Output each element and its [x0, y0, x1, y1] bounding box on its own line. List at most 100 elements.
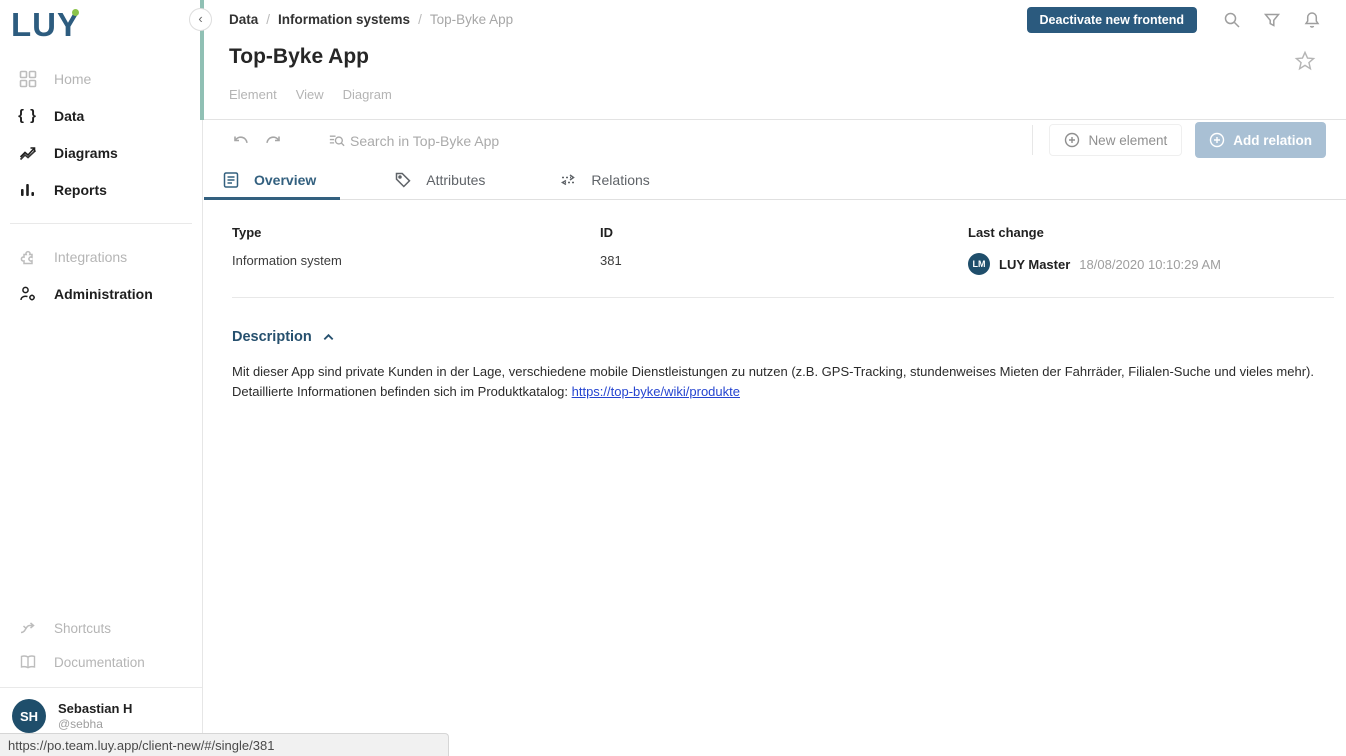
page-header: Data / Information systems / Top-Byke Ap…: [204, 0, 1346, 120]
book-icon: [18, 653, 37, 672]
puzzle-icon: [18, 247, 37, 266]
breadcrumb-data[interactable]: Data: [229, 12, 258, 27]
sidebar-footer: Shortcuts Documentation SH Sebastian H @…: [0, 611, 202, 733]
logo-green-dot: [72, 9, 79, 16]
tab-label: Overview: [254, 172, 316, 188]
chevron-left-icon: ‹: [198, 12, 202, 25]
description-link[interactable]: https://top-byke/wiki/produkte: [572, 384, 740, 399]
sidebar-item-home[interactable]: Home: [0, 60, 202, 97]
tab-label: Attributes: [426, 172, 485, 188]
tab-overview[interactable]: Overview: [204, 161, 340, 199]
subtab-view[interactable]: View: [296, 87, 324, 102]
field-label: Last change: [968, 225, 1334, 240]
favorite-star-icon[interactable]: [1294, 50, 1316, 72]
tag-icon: [394, 171, 412, 189]
sidebar-item-label: Integrations: [54, 249, 127, 265]
filter-icon[interactable]: [1262, 10, 1282, 30]
sidebar-item-administration[interactable]: Administration: [0, 275, 202, 312]
section-divider: [232, 297, 1334, 298]
toolbar: New element Add relation: [204, 120, 1346, 161]
header-actions: Deactivate new frontend: [1027, 7, 1322, 33]
tab-label: Relations: [591, 172, 649, 188]
logo-text: LUY: [11, 6, 80, 43]
new-element-button[interactable]: New element: [1049, 124, 1182, 156]
chevron-up-icon: [322, 331, 335, 344]
element-fields: Type Information system ID 381 Last chan…: [232, 225, 1334, 275]
plus-circle-icon: [1209, 132, 1225, 148]
toolbar-divider: [1032, 125, 1033, 155]
deactivate-frontend-button[interactable]: Deactivate new frontend: [1027, 7, 1197, 33]
search-list-icon: [327, 131, 346, 150]
user-name: Sebastian H: [58, 701, 132, 716]
sidebar-item-label: Home: [54, 71, 91, 87]
add-relation-button[interactable]: Add relation: [1195, 122, 1326, 158]
bar-chart-icon: [18, 180, 37, 199]
avatar: LM: [968, 253, 990, 275]
sidebar-item-data[interactable]: { } Data: [0, 97, 202, 134]
plus-circle-icon: [1064, 132, 1080, 148]
user-handle: @sebha: [58, 717, 132, 731]
user-profile[interactable]: SH Sebastian H @sebha: [0, 688, 202, 733]
breadcrumb-current: Top-Byke App: [430, 12, 513, 27]
status-url: https://po.team.luy.app/client-new/#/sin…: [8, 738, 274, 753]
last-change-timestamp: 18/08/2020 10:10:29 AM: [1079, 257, 1221, 272]
braces-icon: { }: [18, 106, 37, 125]
field-label: Type: [232, 225, 600, 240]
breadcrumb: Data / Information systems / Top-Byke Ap…: [229, 12, 513, 27]
user-gear-icon: [18, 284, 37, 303]
search-icon[interactable]: [1222, 10, 1242, 30]
branch-icon: [18, 619, 37, 638]
field-value: 381: [600, 253, 968, 268]
field-type: Type Information system: [232, 225, 600, 275]
add-relation-label: Add relation: [1233, 133, 1312, 148]
line-chart-icon: [18, 143, 37, 162]
sidebar-item-label: Reports: [54, 182, 107, 198]
overview-panel: Type Information system ID 381 Last chan…: [204, 200, 1346, 402]
bell-icon[interactable]: [1302, 10, 1322, 30]
swap-arrows-icon: [559, 171, 577, 189]
sidebar-nav: Home { } Data Diagrams Reports: [0, 60, 202, 312]
sidebar-item-integrations[interactable]: Integrations: [0, 238, 202, 275]
sidebar-item-label: Data: [54, 108, 84, 124]
breadcrumb-separator: /: [266, 12, 270, 27]
view-subtabs: Element View Diagram: [229, 87, 392, 102]
sidebar: LUY Home { } Data Diagrams: [0, 0, 203, 756]
sidebar-divider: [10, 223, 192, 224]
sidebar-collapse-button[interactable]: ‹: [189, 8, 212, 31]
undo-icon[interactable]: [231, 131, 251, 151]
status-bar: https://po.team.luy.app/client-new/#/sin…: [0, 733, 449, 756]
toolbar-actions: New element Add relation: [1032, 122, 1326, 158]
sidebar-item-reports[interactable]: Reports: [0, 171, 202, 208]
description-body: Mit dieser App sind private Kunden in de…: [232, 364, 1314, 399]
breadcrumb-information-systems[interactable]: Information systems: [278, 12, 410, 27]
luy-logo[interactable]: LUY: [11, 6, 80, 44]
breadcrumb-separator: /: [418, 12, 422, 27]
description-section-toggle[interactable]: Description: [232, 329, 335, 345]
document-icon: [222, 171, 240, 189]
element-search: [327, 131, 610, 150]
tab-relations[interactable]: Relations: [539, 161, 669, 199]
subtab-element[interactable]: Element: [229, 87, 277, 102]
avatar: SH: [12, 699, 46, 733]
redo-icon[interactable]: [263, 131, 283, 151]
sidebar-item-shortcuts[interactable]: Shortcuts: [0, 611, 202, 645]
tab-attributes[interactable]: Attributes: [374, 161, 505, 199]
field-value: Information system: [232, 253, 600, 268]
field-id: ID 381: [600, 225, 968, 275]
sidebar-item-label: Administration: [54, 286, 153, 302]
search-in-element-input[interactable]: [350, 133, 610, 149]
footer-item-label: Documentation: [54, 655, 145, 670]
description-text: Mit dieser App sind private Kunden in de…: [232, 362, 1334, 402]
description-title: Description: [232, 329, 312, 345]
page-title: Top-Byke App: [229, 45, 369, 69]
sidebar-item-label: Diagrams: [54, 145, 118, 161]
sidebar-item-diagrams[interactable]: Diagrams: [0, 134, 202, 171]
sidebar-item-documentation[interactable]: Documentation: [0, 645, 202, 679]
footer-item-label: Shortcuts: [54, 621, 111, 636]
grid-icon: [18, 69, 37, 88]
subtab-diagram[interactable]: Diagram: [343, 87, 392, 102]
detail-tabs: Overview Attributes Relations: [204, 161, 1346, 200]
new-element-label: New element: [1088, 133, 1167, 148]
last-change-user: LUY Master: [999, 257, 1070, 272]
main-area: Data / Information systems / Top-Byke Ap…: [204, 0, 1346, 756]
